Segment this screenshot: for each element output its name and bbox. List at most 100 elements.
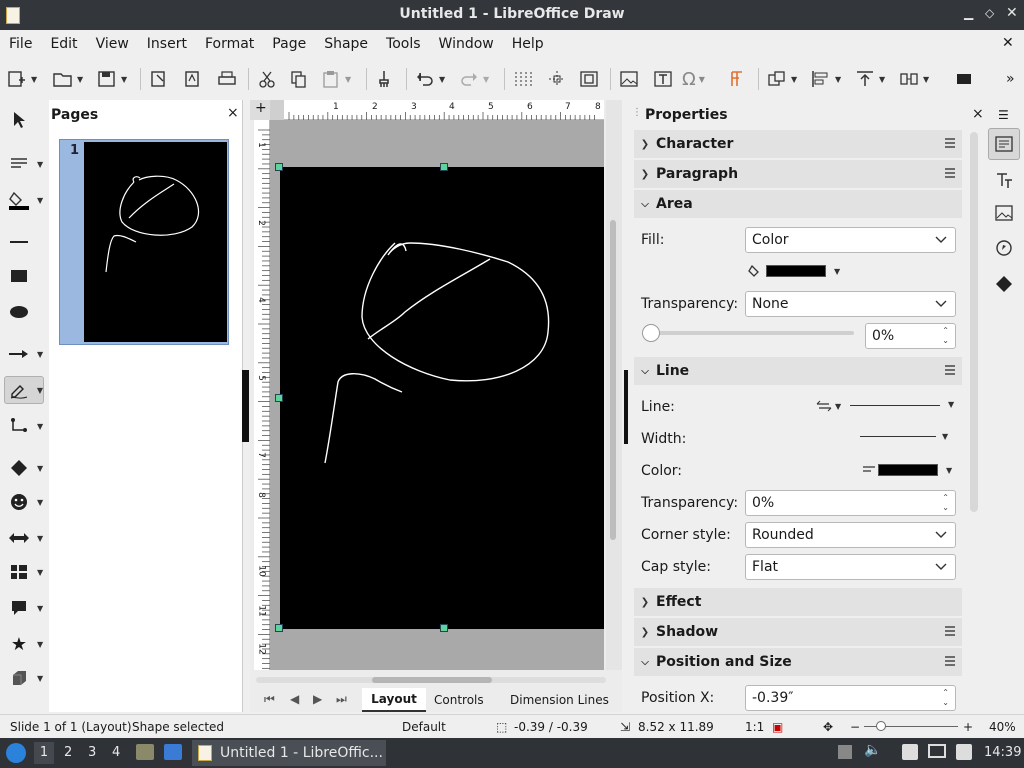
- menu-page[interactable]: Page: [263, 36, 315, 52]
- deck-properties-button[interactable]: [988, 128, 1020, 160]
- line-transparency-spinbox[interactable]: 0% ⌃ ⌄: [745, 490, 956, 516]
- selection-handle[interactable]: [275, 624, 283, 632]
- connector-tool[interactable]: ▼: [4, 412, 46, 440]
- clipboard-icon[interactable]: [902, 744, 918, 760]
- section-paragraph[interactable]: ❯ Paragraph: [634, 160, 962, 188]
- zoom-page-button[interactable]: [578, 66, 600, 92]
- selection-handle[interactable]: [440, 163, 448, 171]
- deck-navigator-button[interactable]: [995, 239, 1013, 257]
- network-icon[interactable]: [928, 744, 946, 758]
- redo-button[interactable]: ▼: [458, 66, 489, 92]
- horizontal-scrollbar-thumb[interactable]: [372, 677, 492, 683]
- menu-view[interactable]: View: [87, 36, 138, 52]
- taskbar-app-libreoffice[interactable]: Untitled 1 - LibreOffic...: [192, 740, 386, 766]
- last-tab-button[interactable]: ⏭: [336, 692, 347, 707]
- print-button[interactable]: [216, 66, 238, 92]
- start-menu-icon[interactable]: [6, 743, 26, 763]
- ruler-corner[interactable]: +: [250, 100, 270, 120]
- drawing-page[interactable]: [280, 167, 604, 629]
- corner-style-select[interactable]: Rounded: [745, 522, 956, 548]
- rectangle-tool[interactable]: [4, 262, 46, 290]
- volume-icon[interactable]: 🔈: [864, 742, 881, 758]
- position-x-spinbox[interactable]: -0.39″ ⌃ ⌄: [745, 685, 956, 711]
- fill-color-picker[interactable]: ▼: [748, 264, 840, 278]
- cap-style-select[interactable]: Flat: [745, 554, 956, 580]
- helplines-button[interactable]: [546, 66, 568, 92]
- workspace-3[interactable]: 3: [88, 745, 96, 760]
- special-character-button[interactable]: Ω ▼: [682, 66, 705, 92]
- basic-shapes-tool[interactable]: ▼: [4, 454, 46, 482]
- save-button[interactable]: ▼: [96, 66, 127, 92]
- callouts-tool[interactable]: ▼: [4, 594, 46, 622]
- transparency-slider[interactable]: [648, 331, 854, 335]
- page-thumbnail[interactable]: 1: [59, 139, 229, 345]
- 3d-objects-tool[interactable]: ▼: [4, 664, 46, 692]
- fit-page-icon[interactable]: ✥: [823, 720, 833, 734]
- notification-icon[interactable]: [956, 744, 972, 760]
- menu-shape[interactable]: Shape: [315, 36, 377, 52]
- menu-tools[interactable]: Tools: [377, 36, 430, 52]
- zoom-in-button[interactable]: +: [963, 720, 973, 734]
- new-button[interactable]: ▼: [6, 66, 37, 92]
- menu-help[interactable]: Help: [503, 36, 553, 52]
- section-line[interactable]: ⌵ Line: [634, 357, 962, 385]
- undo-button[interactable]: ▼: [414, 66, 445, 92]
- arrange-button[interactable]: ▼: [854, 66, 885, 92]
- menu-file[interactable]: File: [0, 36, 41, 52]
- first-tab-button[interactable]: ⏮: [264, 692, 275, 707]
- arrow-line-tool[interactable]: ▼: [4, 340, 46, 368]
- workspace-1[interactable]: 1: [34, 742, 54, 764]
- toolbar-overflow-icon[interactable]: »: [1006, 66, 1015, 92]
- section-area[interactable]: ⌵ Area: [634, 190, 962, 218]
- vertical-scrollbar[interactable]: [606, 100, 622, 670]
- minimize-icon[interactable]: ▁: [964, 6, 973, 20]
- freeform-line-tool[interactable]: ▼: [4, 376, 44, 404]
- properties-scrollbar[interactable]: [970, 132, 978, 512]
- transparency-slider-thumb[interactable]: [642, 324, 660, 342]
- deck-styles-button[interactable]: [995, 170, 1013, 188]
- document-modified-icon[interactable]: ▣: [772, 720, 783, 734]
- close-sidebar-icon[interactable]: ×: [972, 106, 984, 122]
- section-effect[interactable]: ❯ Effect: [634, 588, 962, 616]
- selection-handle[interactable]: [275, 394, 283, 402]
- tab-dimension-lines[interactable]: Dimension Lines: [510, 693, 609, 707]
- shadow-button[interactable]: [954, 66, 976, 92]
- close-window-icon[interactable]: ✕: [1006, 5, 1018, 21]
- menu-format[interactable]: Format: [196, 36, 263, 52]
- section-position-size[interactable]: ⌵ Position and Size: [634, 648, 962, 676]
- transformations-button[interactable]: ▼: [766, 66, 797, 92]
- tab-layout[interactable]: Layout: [362, 688, 426, 712]
- cut-button[interactable]: [256, 66, 278, 92]
- align-button[interactable]: ▼: [810, 66, 841, 92]
- arrow-style-select[interactable]: ▼: [816, 400, 841, 412]
- grid-button[interactable]: [512, 66, 534, 92]
- close-document-icon[interactable]: ✕: [1002, 35, 1014, 51]
- export-pdf-button[interactable]: [182, 66, 204, 92]
- vertical-scrollbar-thumb[interactable]: [610, 220, 616, 540]
- section-character[interactable]: ❯ Character: [634, 130, 962, 158]
- block-arrows-tool[interactable]: ▼: [4, 524, 46, 552]
- symbol-shapes-tool[interactable]: ▼: [4, 488, 46, 516]
- ellipse-tool[interactable]: [4, 298, 46, 326]
- canvas-area[interactable]: [270, 120, 604, 670]
- line-tool[interactable]: [4, 228, 46, 256]
- area-transparency-select[interactable]: None: [745, 291, 956, 317]
- next-tab-button[interactable]: ▶: [313, 692, 322, 706]
- fill-type-select[interactable]: Color: [745, 227, 956, 253]
- paste-button[interactable]: ▼: [320, 66, 351, 92]
- workspace-4[interactable]: 4: [112, 745, 120, 760]
- export-button[interactable]: [148, 66, 170, 92]
- line-color-tool[interactable]: ▼: [4, 150, 46, 178]
- selection-handle[interactable]: [440, 624, 448, 632]
- pages-panel-splitter[interactable]: [242, 370, 249, 442]
- flowchart-tool[interactable]: ▼: [4, 558, 46, 586]
- deck-shapes-button[interactable]: [995, 275, 1013, 293]
- line-style-select[interactable]: ▼: [850, 400, 954, 409]
- tray-icon[interactable]: [838, 745, 852, 759]
- status-master[interactable]: Default: [402, 720, 446, 734]
- tab-controls[interactable]: Controls: [434, 693, 484, 707]
- file-manager-icon[interactable]: [136, 744, 154, 760]
- clone-formatting-button[interactable]: [374, 66, 396, 92]
- selection-handle[interactable]: [275, 163, 283, 171]
- select-tool[interactable]: [4, 106, 46, 134]
